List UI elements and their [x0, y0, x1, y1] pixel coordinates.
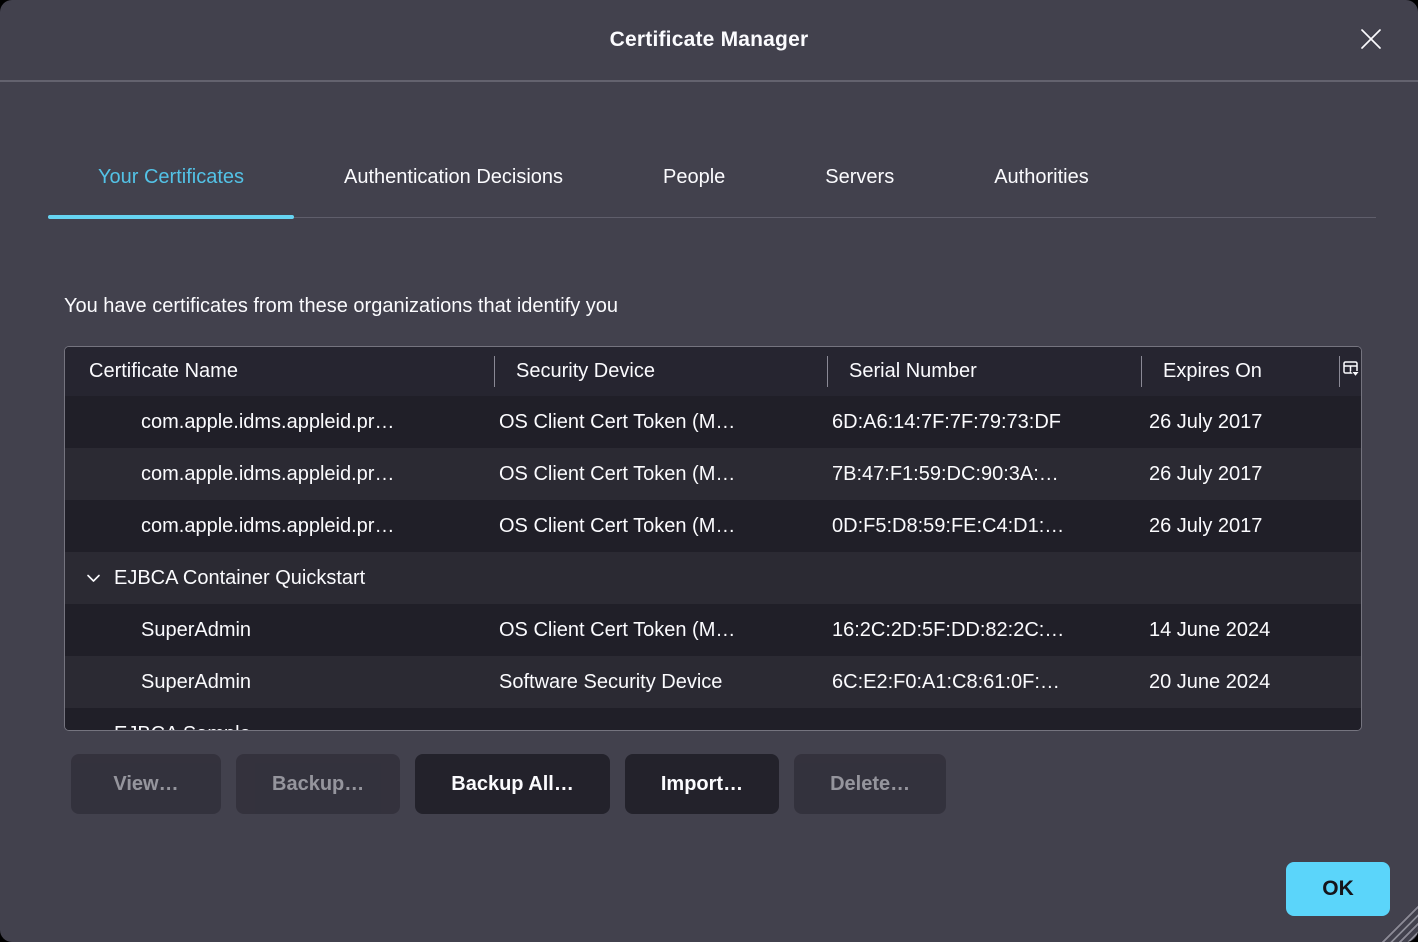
- chevron-down-icon[interactable]: [86, 572, 101, 584]
- cell-serial-number: 6C:E2:F0:A1:C8:61:0F:…: [827, 671, 1141, 694]
- cell-security-device: OS Client Cert Token (M…: [494, 411, 827, 434]
- tab-label: People: [663, 166, 725, 189]
- tab-bar: Your Certificates Authentication Decisio…: [48, 138, 1376, 218]
- column-picker-button[interactable]: [1339, 347, 1361, 396]
- column-header-security-device[interactable]: Security Device: [494, 347, 827, 396]
- cell-expires-on: 14 June 2024: [1141, 619, 1339, 642]
- import-button[interactable]: Import…: [625, 754, 779, 814]
- dialog-title: Certificate Manager: [610, 28, 809, 52]
- cell-expires-on: 26 July 2017: [1141, 463, 1339, 486]
- table-row[interactable]: com.apple.idms.appleid.pr… OS Client Cer…: [65, 396, 1361, 448]
- table-row[interactable]: SuperAdmin Software Security Device 6C:E…: [65, 656, 1361, 708]
- tab-authorities[interactable]: Authorities: [944, 138, 1139, 217]
- close-icon: [1358, 26, 1384, 55]
- cell-serial-number: 16:2C:2D:5F:DD:82:2C:…: [827, 619, 1141, 642]
- description-text: You have certificates from these organiz…: [64, 294, 1354, 318]
- cell-serial-number: 7B:47:F1:59:DC:90:3A:…: [827, 463, 1141, 486]
- cell-security-device: OS Client Cert Token (M…: [494, 515, 827, 538]
- action-button-row: View… Backup… Backup All… Import… Delete…: [71, 754, 1418, 814]
- cell-serial-number: 0D:F5:D8:59:FE:C4:D1:…: [827, 515, 1141, 538]
- cell-expires-on: 26 July 2017: [1141, 411, 1339, 434]
- tab-label: Authorities: [994, 166, 1089, 189]
- tab-people[interactable]: People: [613, 138, 775, 217]
- delete-button: Delete…: [794, 754, 946, 814]
- cell-serial-number: 6D:A6:14:7F:7F:79:73:DF: [827, 411, 1141, 434]
- tab-servers[interactable]: Servers: [775, 138, 944, 217]
- cell-expires-on: 26 July 2017: [1141, 515, 1339, 538]
- table-header: Certificate Name Security Device Serial …: [65, 347, 1361, 396]
- table-row[interactable]: SuperAdmin OS Client Cert Token (M… 16:2…: [65, 604, 1361, 656]
- tab-label: Servers: [825, 166, 894, 189]
- ok-button[interactable]: OK: [1286, 862, 1390, 916]
- view-button: View…: [71, 754, 221, 814]
- tab-your-certificates[interactable]: Your Certificates: [48, 138, 294, 217]
- cell-certificate-name: com.apple.idms.appleid.pr…: [65, 411, 494, 434]
- group-label: EJBCA Sample: [114, 723, 251, 732]
- tab-authentication-decisions[interactable]: Authentication Decisions: [294, 138, 613, 217]
- backup-all-button[interactable]: Backup All…: [415, 754, 610, 814]
- table-group-row-clipped[interactable]: EJBCA Sample: [65, 708, 1361, 731]
- table-row[interactable]: com.apple.idms.appleid.pr… OS Client Cer…: [65, 448, 1361, 500]
- certificates-table: Certificate Name Security Device Serial …: [64, 346, 1362, 731]
- tab-label: Your Certificates: [98, 166, 244, 189]
- cell-certificate-name: com.apple.idms.appleid.pr…: [65, 515, 494, 538]
- tab-label: Authentication Decisions: [344, 166, 563, 189]
- certificate-manager-dialog: Certificate Manager Your Certificates Au…: [0, 0, 1418, 942]
- column-picker-icon: [1342, 359, 1361, 384]
- cell-certificate-name: SuperAdmin: [65, 671, 494, 694]
- table-body: com.apple.idms.appleid.pr… OS Client Cer…: [65, 396, 1361, 731]
- column-header-serial-number[interactable]: Serial Number: [827, 347, 1141, 396]
- cell-certificate-name: com.apple.idms.appleid.pr…: [65, 463, 494, 486]
- group-label: EJBCA Container Quickstart: [114, 567, 365, 590]
- cell-expires-on: 20 June 2024: [1141, 671, 1339, 694]
- cell-security-device: OS Client Cert Token (M…: [494, 463, 827, 486]
- table-group-row[interactable]: EJBCA Container Quickstart: [65, 552, 1361, 604]
- column-header-expires-on[interactable]: Expires On: [1141, 347, 1339, 396]
- backup-button: Backup…: [236, 754, 400, 814]
- cell-security-device: Software Security Device: [494, 671, 827, 694]
- titlebar: Certificate Manager: [0, 0, 1418, 82]
- cell-certificate-name: SuperAdmin: [65, 619, 494, 642]
- column-header-certificate-name[interactable]: Certificate Name: [65, 347, 494, 396]
- cell-security-device: OS Client Cert Token (M…: [494, 619, 827, 642]
- close-button[interactable]: [1354, 23, 1388, 57]
- table-row[interactable]: com.apple.idms.appleid.pr… OS Client Cer…: [65, 500, 1361, 552]
